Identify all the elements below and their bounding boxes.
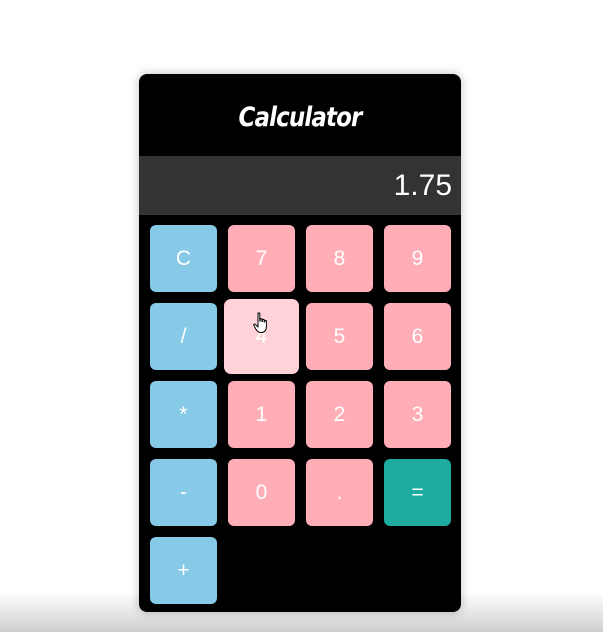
equals-button[interactable]: = (384, 459, 451, 526)
decimal-button[interactable]: . (306, 459, 373, 526)
add-button[interactable]: + (150, 537, 217, 604)
key-4-button[interactable]: 4 (224, 299, 299, 374)
multiply-button[interactable]: * (150, 381, 217, 448)
key-5-button[interactable]: 5 (306, 303, 373, 370)
calculator-panel: Calculator 1.75 C 7 8 9 / 4 5 6 * 1 2 3 … (139, 74, 461, 612)
key-6-button[interactable]: 6 (384, 303, 451, 370)
key-1-button[interactable]: 1 (228, 381, 295, 448)
result-display: 1.75 (139, 156, 461, 215)
divide-button[interactable]: / (150, 303, 217, 370)
hand-pointer-icon (253, 312, 267, 333)
display-value: 1.75 (393, 168, 452, 202)
key-9-button[interactable]: 9 (384, 225, 451, 292)
app-title: Calculator (238, 102, 362, 133)
key-2-button[interactable]: 2 (306, 381, 373, 448)
key-8-button[interactable]: 8 (306, 225, 373, 292)
key-7-button[interactable]: 7 (228, 225, 295, 292)
key-3-button[interactable]: 3 (384, 381, 451, 448)
key-0-button[interactable]: 0 (228, 459, 295, 526)
clear-button[interactable]: C (150, 225, 217, 292)
subtract-button[interactable]: - (150, 459, 217, 526)
